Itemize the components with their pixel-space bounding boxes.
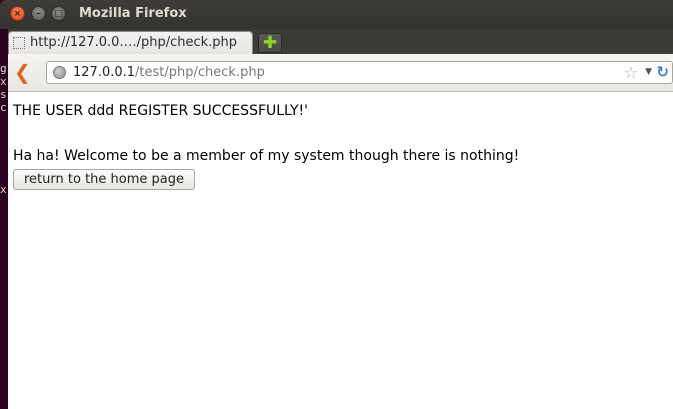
reload-icon[interactable]: ↻ (656, 63, 669, 81)
new-tab-button[interactable]: ✚ (258, 33, 282, 53)
url-bar[interactable]: 127.0.0.1/test/php/check.php ☆ ▼ ↻ (46, 61, 673, 84)
plus-icon: ✚ (262, 33, 278, 53)
firefox-window: g x s c x × – □ Mozilla Firefox http://1… (0, 0, 673, 409)
tab-label: http://127.0.0.…/php/check.php (30, 35, 238, 50)
history-dropdown-icon[interactable]: ▼ (645, 67, 652, 77)
tab-check-php[interactable]: http://127.0.0.…/php/check.php (8, 31, 253, 54)
blank-page-icon (13, 37, 25, 49)
back-arrow-icon: ❮ (14, 60, 31, 84)
url-host: 127.0.0.1 (73, 65, 136, 80)
tab-strip: http://127.0.0.…/php/check.php ✚ (8, 29, 673, 54)
terminal-fragment: x (0, 183, 7, 196)
minimize-window-button[interactable]: – (31, 6, 46, 21)
back-button[interactable]: ❮ (14, 60, 31, 84)
desktop-terminal-strip: g x s c x (0, 0, 8, 409)
terminal-fragment: c (0, 101, 7, 114)
navigation-bar: ❮ 127.0.0.1/test/php/check.php ☆ ▼ ↻ (8, 54, 673, 92)
terminal-fragment: s (0, 88, 7, 101)
welcome-message: Ha ha! Welcome to be a member of my syst… (13, 148, 520, 164)
page-content: THE USER ddd REGISTER SUCCESSFULLY!' Ha … (8, 92, 673, 409)
terminal-fragment: x (0, 75, 7, 88)
bookmark-star-icon[interactable]: ☆ (624, 63, 638, 82)
url-text[interactable]: 127.0.0.1/test/php/check.php (73, 65, 265, 80)
title-bar: × – □ Mozilla Firefox (0, 0, 673, 29)
close-window-button[interactable]: × (10, 6, 25, 21)
url-path: /test/php/check.php (135, 65, 265, 80)
terminal-fragment: g (0, 62, 7, 75)
window-title: Mozilla Firefox (79, 6, 187, 21)
return-home-button[interactable]: return to the home page (13, 169, 195, 190)
maximize-window-button[interactable]: □ (51, 6, 66, 21)
registration-message: THE USER ddd REGISTER SUCCESSFULLY!' (13, 103, 309, 119)
globe-icon[interactable] (53, 66, 66, 79)
